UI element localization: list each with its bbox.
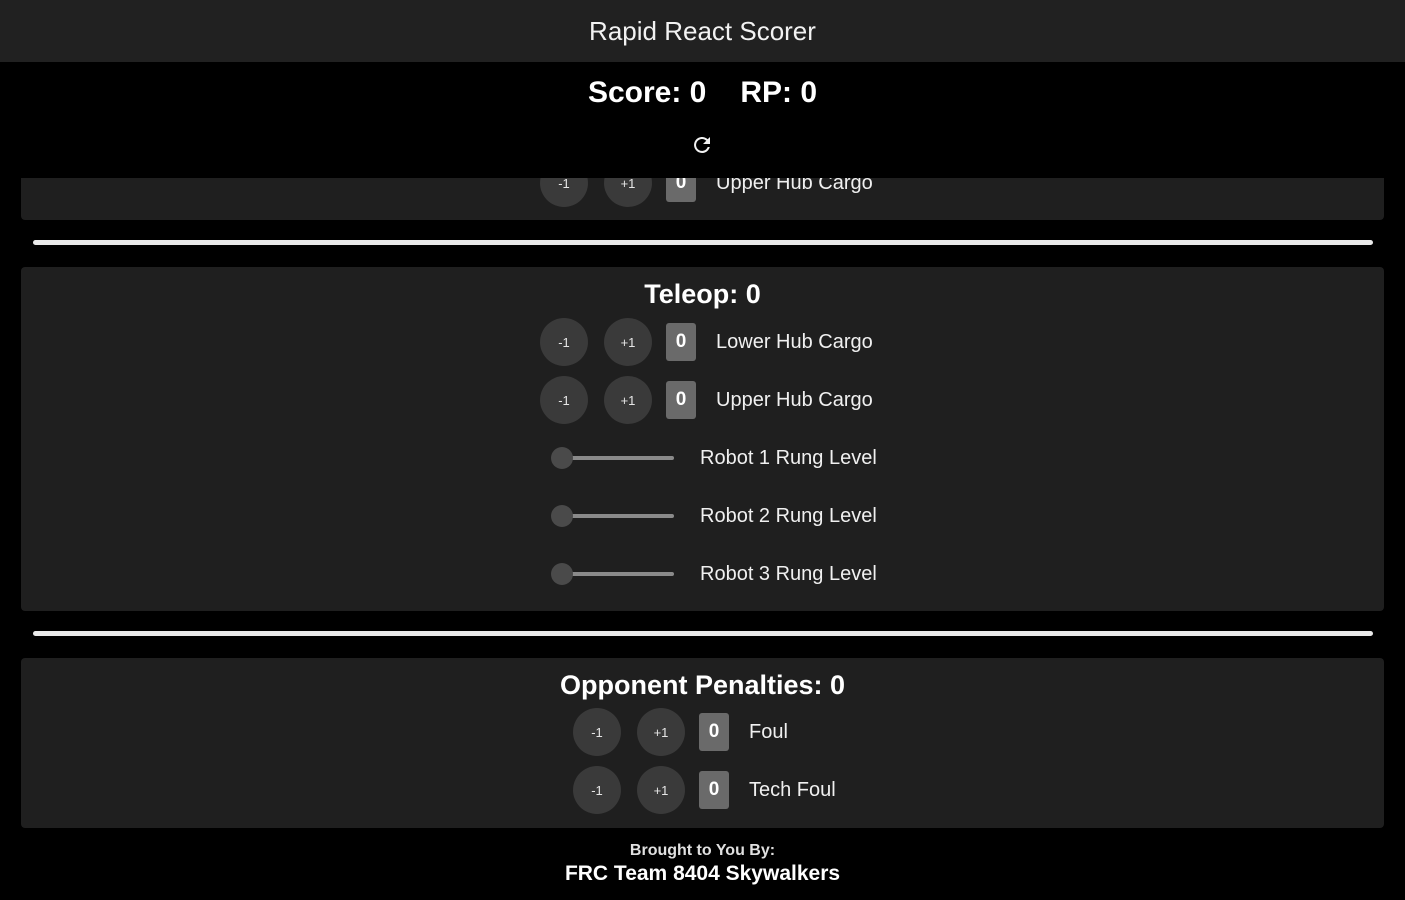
increment-button[interactable]: +1 xyxy=(604,376,652,424)
slider-thumb[interactable] xyxy=(551,447,573,469)
penalties-title: Opponent Penalties: 0 xyxy=(559,670,846,700)
section-divider xyxy=(33,240,1373,245)
app-bar: Rapid React Scorer xyxy=(0,0,1405,62)
increment-button[interactable]: +1 xyxy=(637,708,685,756)
counter-value: 0 xyxy=(666,323,696,361)
decrement-button[interactable]: -1 xyxy=(573,766,621,814)
footer-team-name: FRC Team 8404 Skywalkers xyxy=(564,862,841,885)
app-title: Rapid React Scorer xyxy=(589,15,816,46)
slider-row-robot-3: Robot 3 Rung Level xyxy=(550,559,877,589)
slider-label: Robot 2 Rung Level xyxy=(700,504,877,527)
score-totals: Score: 0 RP: 0 xyxy=(0,76,1405,110)
counter-row-foul: -1 +1 0 Foul xyxy=(573,707,788,757)
footer-credit-intro: Brought to You By: xyxy=(629,842,776,859)
decrement-button[interactable]: -1 xyxy=(540,376,588,424)
slider-row-robot-1: Robot 1 Rung Level xyxy=(550,443,877,473)
counter-value: 0 xyxy=(666,381,696,419)
ranking-points: RP: 0 xyxy=(740,76,818,109)
rung-level-slider[interactable] xyxy=(550,445,674,471)
score-summary-bar: Score: 0 RP: 0 xyxy=(0,62,1405,178)
counter-row-tech-foul: -1 +1 0 Tech Foul xyxy=(573,765,836,815)
rung-level-slider[interactable] xyxy=(550,503,674,529)
teleop-title: Teleop: 0 xyxy=(644,279,761,309)
counter-row-lower-hub: -1 +1 0 Lower Hub Cargo xyxy=(540,317,873,367)
slider-row-robot-2: Robot 2 Rung Level xyxy=(550,501,877,531)
refresh-icon[interactable] xyxy=(690,133,714,157)
slider-track xyxy=(556,456,674,460)
counter-value: 0 xyxy=(699,713,729,751)
increment-button[interactable]: +1 xyxy=(604,318,652,366)
counter-row-upper-hub: -1 +1 0 Upper Hub Cargo xyxy=(540,375,873,425)
slider-label: Robot 3 Rung Level xyxy=(700,562,877,585)
teleop-card: Teleop: 0 -1 +1 0 Lower Hub Cargo -1 +1 … xyxy=(21,267,1384,611)
decrement-button[interactable]: -1 xyxy=(573,708,621,756)
slider-track xyxy=(556,514,674,518)
counter-value: 0 xyxy=(699,771,729,809)
counter-label: Foul xyxy=(749,720,788,743)
penalties-card: Opponent Penalties: 0 -1 +1 0 Foul -1 +1… xyxy=(21,658,1384,828)
counter-label: Tech Foul xyxy=(749,778,836,801)
rung-level-slider[interactable] xyxy=(550,561,674,587)
slider-label: Robot 1 Rung Level xyxy=(700,446,877,469)
increment-button[interactable]: +1 xyxy=(637,766,685,814)
slider-thumb[interactable] xyxy=(551,505,573,527)
slider-thumb[interactable] xyxy=(551,563,573,585)
counter-label: Lower Hub Cargo xyxy=(716,330,873,353)
decrement-button[interactable]: -1 xyxy=(540,318,588,366)
counter-label: Upper Hub Cargo xyxy=(716,388,873,411)
section-divider xyxy=(33,631,1373,636)
total-score: Score: 0 xyxy=(587,76,707,109)
slider-track xyxy=(556,572,674,576)
